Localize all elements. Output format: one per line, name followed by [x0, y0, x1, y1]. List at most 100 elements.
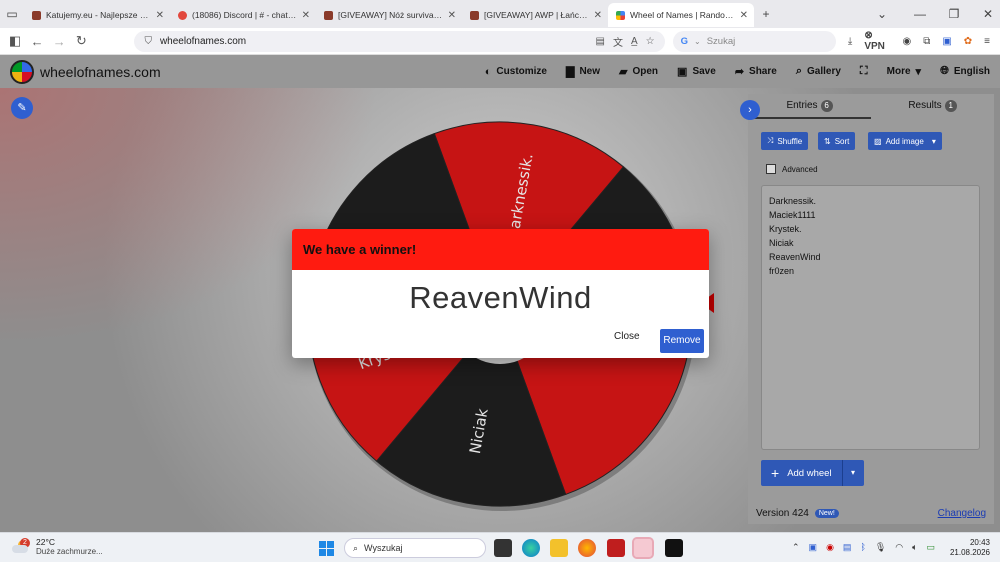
close-icon[interactable]: ✕ — [156, 10, 164, 21]
add-image-button[interactable]: ▨ Add image ▾ — [868, 132, 942, 150]
teams-icon[interactable] — [632, 537, 654, 559]
wifi-icon[interactable]: ◠ — [895, 542, 903, 553]
menu-language[interactable]: 🌐︎ English — [940, 65, 990, 78]
close-icon[interactable]: ✕ — [594, 10, 602, 21]
restore-icon[interactable]: ❐ — [942, 7, 966, 21]
menu-open[interactable]: ▰ Open — [619, 65, 658, 78]
menu-icon[interactable]: ≡ — [980, 36, 994, 47]
translator-icon[interactable]: ▣ — [938, 36, 955, 47]
add-wheel-button[interactable]: + Add wheel — [761, 460, 842, 486]
entries-textarea[interactable]: Darknessik. Maciek1111 Krystek. Niciak R… — [761, 185, 980, 450]
close-icon[interactable]: ✕ — [302, 10, 310, 21]
site-info-icon[interactable]: ⛉ — [144, 36, 152, 47]
sort-button[interactable]: ⇅ Sort — [818, 132, 856, 150]
close-icon[interactable]: ✕ — [740, 10, 748, 21]
edge-icon[interactable] — [522, 539, 540, 557]
battery-icon[interactable]: ▭ — [927, 542, 936, 553]
reader-view-icon[interactable]: ▤ — [596, 36, 605, 47]
close-button[interactable]: Close — [614, 331, 640, 342]
changelog-link[interactable]: Changelog — [938, 508, 986, 519]
extensions-icon[interactable]: ⧉ — [919, 36, 934, 47]
download-icon[interactable]: ⤓ — [844, 36, 856, 47]
account-icon[interactable]: ◉ — [898, 36, 915, 47]
save-icon: ▣ — [677, 66, 688, 78]
fullscreen-icon: ⛶ — [859, 65, 868, 77]
extension-icon[interactable]: ✿ — [960, 36, 976, 47]
entry-line: fr0zen — [769, 266, 795, 276]
menu-share[interactable]: ➦ Share — [735, 65, 777, 78]
taskbar-search[interactable]: ⌕ Wyszukaj — [344, 538, 486, 558]
menu-new[interactable]: ▇ New — [566, 65, 600, 78]
browser-tab-3[interactable]: [GIVEAWAY] Nóż survivalowy | D✕ — [316, 3, 462, 27]
sidebar-toggle-icon[interactable]: ◧ — [6, 33, 24, 49]
tab-overview-icon[interactable]: ▭ — [0, 7, 24, 21]
minimize-icon[interactable]: — — [908, 7, 932, 21]
collapse-panel-icon[interactable]: › — [740, 100, 760, 120]
advanced-checkbox[interactable] — [766, 164, 776, 174]
menu-customize[interactable]: ◐ Customize — [485, 66, 547, 78]
palette-icon: ◐ — [484, 65, 492, 78]
browser-tab-1[interactable]: Katujemy.eu - Najlepsze serwer✕ — [24, 3, 170, 27]
bluetooth-icon[interactable]: ᛒ — [860, 542, 865, 553]
menu-fullscreen[interactable]: ⛶ — [860, 65, 868, 78]
chevron-down-icon: ▾ — [851, 468, 856, 477]
translate-page-icon[interactable]: A̲ — [631, 36, 638, 47]
file-explorer-icon[interactable] — [550, 539, 568, 557]
bookmark-star-icon[interactable]: ☆ — [646, 36, 655, 47]
chevron-down-icon[interactable]: ⌄ — [870, 7, 894, 21]
brand-name[interactable]: wheelofnames.com — [40, 64, 466, 80]
windows-start-icon[interactable] — [319, 541, 334, 556]
shuffle-button[interactable]: ⤨ Shuffle — [761, 132, 809, 150]
weather-condition: Duże zachmurze... — [36, 547, 103, 556]
temperature: 22°C — [36, 537, 55, 547]
logo-icon[interactable] — [10, 59, 34, 84]
opera-icon[interactable]: ◉ — [826, 542, 834, 553]
menu-gallery[interactable]: ⌕ Gallery — [796, 65, 841, 78]
reload-icon[interactable]: ↻ — [72, 33, 90, 49]
shuffle-icon: ⤨ — [767, 136, 774, 145]
chevron-up-icon[interactable]: ⌃ — [792, 542, 800, 553]
menu-more[interactable]: More ▾ — [887, 65, 921, 78]
task-view-icon[interactable] — [494, 539, 512, 557]
clock[interactable]: 20:43 21.08.2026 — [946, 538, 990, 558]
forward-icon[interactable]: → — [50, 34, 68, 49]
image-icon: ▨ — [874, 136, 882, 146]
tab-results[interactable]: Results 1 — [871, 94, 994, 119]
tray-app-icon[interactable]: ▣ — [809, 542, 818, 553]
tray-app-icon[interactable]: ▤ — [843, 542, 852, 553]
close-window-icon[interactable]: ✕ — [976, 7, 1000, 21]
winner-dialog: We have a winner! ReavenWind Close Remov… — [292, 229, 709, 358]
favicon-icon — [32, 10, 41, 20]
search-icon: ⌕ — [353, 542, 359, 553]
menu-save[interactable]: ▣ Save — [677, 65, 716, 78]
back-icon[interactable]: ← — [28, 34, 46, 49]
address-bar[interactable]: ⛉ wheelofnames.com ▤ 文 A̲ ☆ — [134, 30, 665, 52]
app-icon[interactable] — [665, 539, 683, 557]
browser-tab-5-active[interactable]: Wheel of Names | Random nam✕ — [608, 3, 754, 27]
tab-entries[interactable]: Entries 6 — [748, 94, 871, 119]
weather-widget[interactable]: 2 22°C Duże zachmurze... — [12, 537, 103, 557]
date: 21.08.2026 — [949, 548, 990, 557]
filezilla-icon[interactable] — [607, 539, 625, 557]
close-icon[interactable]: ✕ — [448, 10, 456, 21]
browser-nav-bar: ◧ ← → ↻ ⛉ wheelofnames.com ▤ 文 A̲ ☆ G ⌄ … — [0, 28, 1000, 55]
add-wheel-dropdown[interactable]: ▾ — [841, 460, 864, 486]
remove-button[interactable]: Remove — [660, 329, 704, 353]
microphone-icon[interactable]: 🎙︎ — [875, 542, 886, 553]
share-icon: ➦ — [734, 66, 745, 78]
advanced-toggle[interactable]: Advanced — [766, 164, 818, 174]
browser-tab-4[interactable]: [GIVEAWAY] AWP | Łańcuch zna✕ — [462, 3, 608, 27]
edit-pencil-icon[interactable]: ✎ — [11, 97, 33, 119]
translate-icon[interactable]: 文 — [613, 34, 623, 49]
microphone-icon — [178, 10, 187, 20]
search-field[interactable]: G ⌄ Szukaj — [672, 30, 836, 52]
results-count-badge: 1 — [944, 100, 957, 112]
browser-tab-2[interactable]: (18086) Discord | # - chat | K ✕ — [170, 3, 316, 27]
vpn-toggle[interactable]: ⊗ VPN — [860, 30, 894, 52]
globe-icon: 🌐︎ — [940, 65, 949, 77]
google-icon: G — [680, 35, 689, 47]
volume-icon[interactable]: 🔈︎ — [912, 542, 917, 553]
new-tab-icon[interactable]: + — [754, 7, 778, 21]
system-tray: ⌃ ▣ ◉ ▤ ᛒ 🎙︎ ◠ 🔈︎ ▭ — [792, 542, 935, 553]
firefox-icon[interactable] — [578, 539, 596, 557]
